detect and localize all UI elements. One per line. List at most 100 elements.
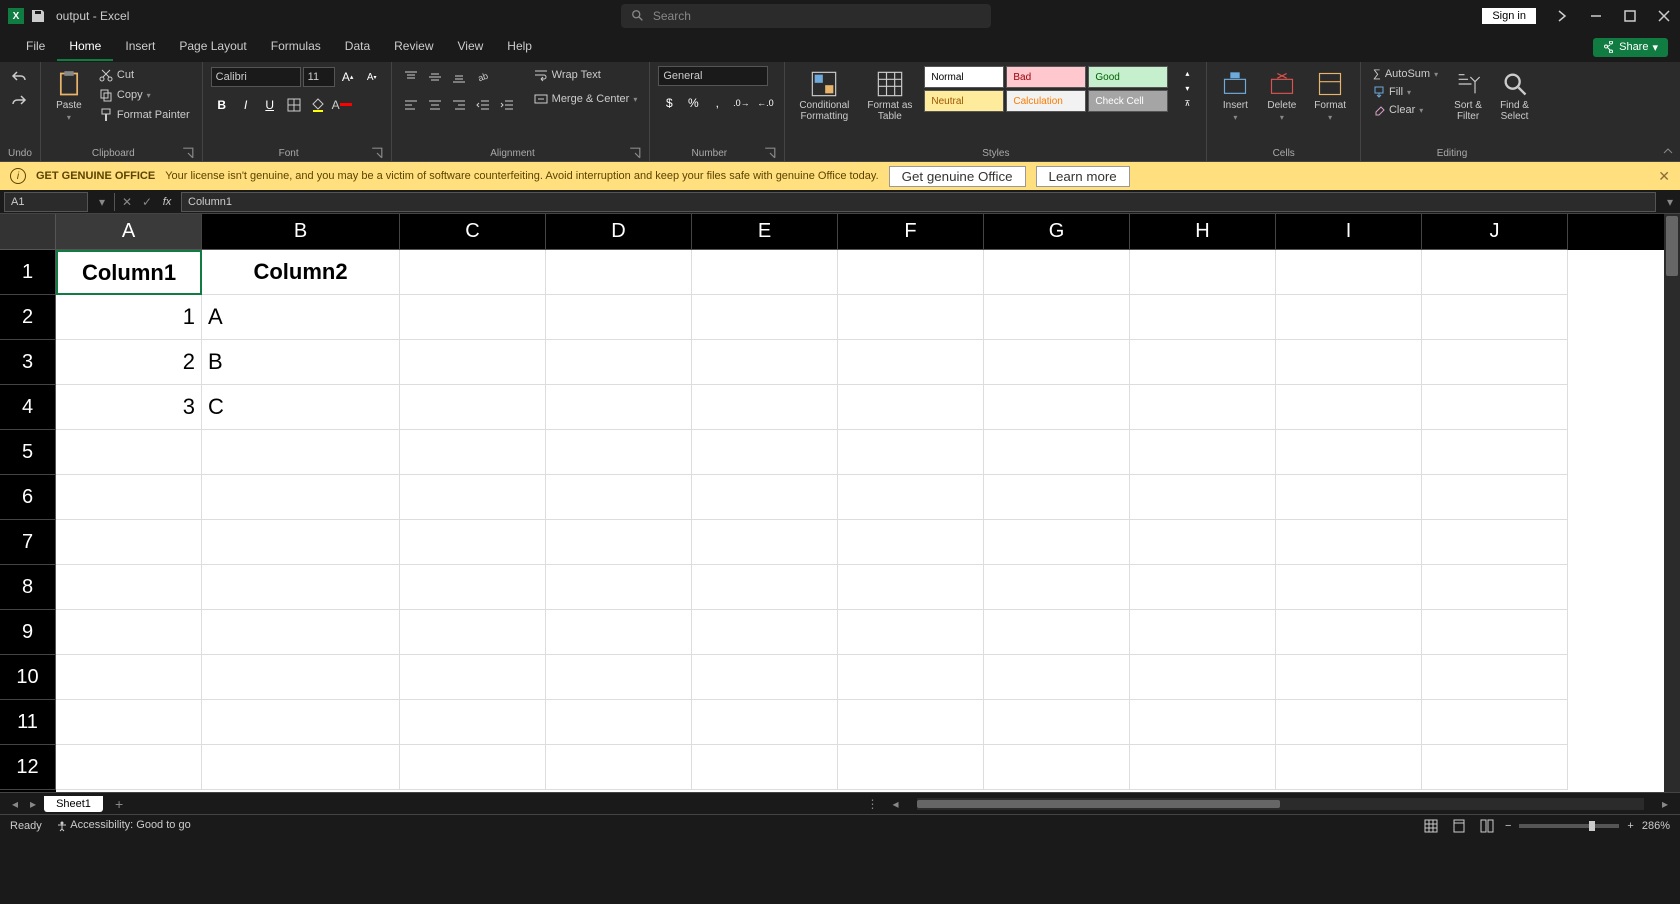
cell-J7[interactable] [1422,520,1568,565]
cell-F7[interactable] [838,520,984,565]
delete-cells-button[interactable]: Delete▾ [1261,66,1302,126]
format-cells-button[interactable]: Format▾ [1308,66,1352,126]
cell-J8[interactable] [1422,565,1568,610]
wrap-text-button[interactable]: Wrap Text [530,66,642,84]
cell-C1[interactable] [400,250,546,295]
cell-E1[interactable] [692,250,838,295]
row-header[interactable]: 12 [0,745,56,790]
style-good[interactable]: Good [1088,66,1168,88]
cell-J3[interactable] [1422,340,1568,385]
cell-H1[interactable] [1130,250,1276,295]
tab-home[interactable]: Home [57,33,113,61]
cell-E2[interactable] [692,295,838,340]
cell-E3[interactable] [692,340,838,385]
insert-cells-button[interactable]: Insert▾ [1215,66,1255,126]
cell-B8[interactable] [202,565,400,610]
cell-D12[interactable] [546,745,692,790]
cell-F10[interactable] [838,655,984,700]
gallery-more-button[interactable]: ⊼ [1176,96,1198,110]
cell-G6[interactable] [984,475,1130,520]
autosum-button[interactable]: ∑AutoSum ▾ [1369,66,1442,82]
cell-E12[interactable] [692,745,838,790]
column-header[interactable]: F [838,214,984,250]
cell-I3[interactable] [1276,340,1422,385]
scrollbar-thumb[interactable] [1666,216,1678,276]
cell-H4[interactable] [1130,385,1276,430]
row-header[interactable]: 9 [0,610,56,655]
cell-E8[interactable] [692,565,838,610]
expand-formula-bar-button[interactable]: ▾ [1660,192,1680,212]
cell-D3[interactable] [546,340,692,385]
cell-C6[interactable] [400,475,546,520]
cell-G10[interactable] [984,655,1130,700]
row-header[interactable]: 5 [0,430,56,475]
cell-G1[interactable] [984,250,1130,295]
zoom-out-button[interactable]: − [1505,820,1511,832]
dialog-launcher-icon[interactable] [182,147,194,159]
cell-B7[interactable] [202,520,400,565]
cell-D8[interactable] [546,565,692,610]
cell-J10[interactable] [1422,655,1568,700]
increase-decimal-button[interactable]: .0→ [730,92,752,114]
cell-D1[interactable] [546,250,692,295]
cell-G5[interactable] [984,430,1130,475]
style-normal[interactable]: Normal [924,66,1004,88]
align-right-button[interactable] [448,94,470,116]
column-header[interactable]: I [1276,214,1422,250]
redo-button[interactable] [8,90,30,112]
cell-D4[interactable] [546,385,692,430]
cell-A5[interactable] [56,430,202,475]
scrollbar-thumb[interactable] [917,800,1281,808]
collapse-ribbon-button[interactable] [1662,145,1674,157]
cell-C8[interactable] [400,565,546,610]
tab-formulas[interactable]: Formulas [259,33,333,61]
get-genuine-office-button[interactable]: Get genuine Office [889,166,1026,187]
paste-button[interactable]: Paste ▾ [49,66,89,126]
decrease-font-button[interactable]: A▾ [361,66,383,88]
cell-C11[interactable] [400,700,546,745]
row-header[interactable]: 7 [0,520,56,565]
column-header[interactable]: E [692,214,838,250]
cell-B4[interactable]: C [202,385,400,430]
column-header[interactable]: B [202,214,400,250]
name-box-dropdown[interactable]: ▾ [92,192,112,212]
increase-indent-button[interactable] [496,94,518,116]
gallery-up-button[interactable]: ▴ [1176,66,1198,80]
cell-H2[interactable] [1130,295,1276,340]
cell-I10[interactable] [1276,655,1422,700]
cell-I9[interactable] [1276,610,1422,655]
cell-D7[interactable] [546,520,692,565]
enter-formula-button[interactable]: ✓ [137,192,157,212]
zoom-level[interactable]: 286% [1642,820,1670,832]
cell-C10[interactable] [400,655,546,700]
cell-D11[interactable] [546,700,692,745]
bold-button[interactable]: B [211,94,233,116]
cell-A4[interactable]: 3 [56,385,202,430]
cell-A10[interactable] [56,655,202,700]
coming-soon-icon[interactable] [1554,8,1570,24]
cell-I6[interactable] [1276,475,1422,520]
cell-A1[interactable]: Column1 [56,250,202,295]
cell-H12[interactable] [1130,745,1276,790]
cell-E5[interactable] [692,430,838,475]
cell-H9[interactable] [1130,610,1276,655]
column-header[interactable]: C [400,214,546,250]
cell-J9[interactable] [1422,610,1568,655]
cell-B5[interactable] [202,430,400,475]
align-middle-button[interactable] [424,66,446,88]
conditional-formatting-button[interactable]: Conditional Formatting [793,66,855,126]
sheet-nav-prev[interactable]: ◂ [8,797,22,811]
row-header[interactable]: 1 [0,250,56,295]
comma-format-button[interactable]: , [706,92,728,114]
cell-H8[interactable] [1130,565,1276,610]
cell-A2[interactable]: 1 [56,295,202,340]
cell-F1[interactable] [838,250,984,295]
dialog-launcher-icon[interactable] [764,147,776,159]
cell-H5[interactable] [1130,430,1276,475]
cell-G11[interactable] [984,700,1130,745]
decrease-indent-button[interactable] [472,94,494,116]
close-button[interactable] [1656,8,1672,24]
cell-E4[interactable] [692,385,838,430]
cell-F5[interactable] [838,430,984,475]
fill-button[interactable]: Fill ▾ [1369,84,1442,100]
